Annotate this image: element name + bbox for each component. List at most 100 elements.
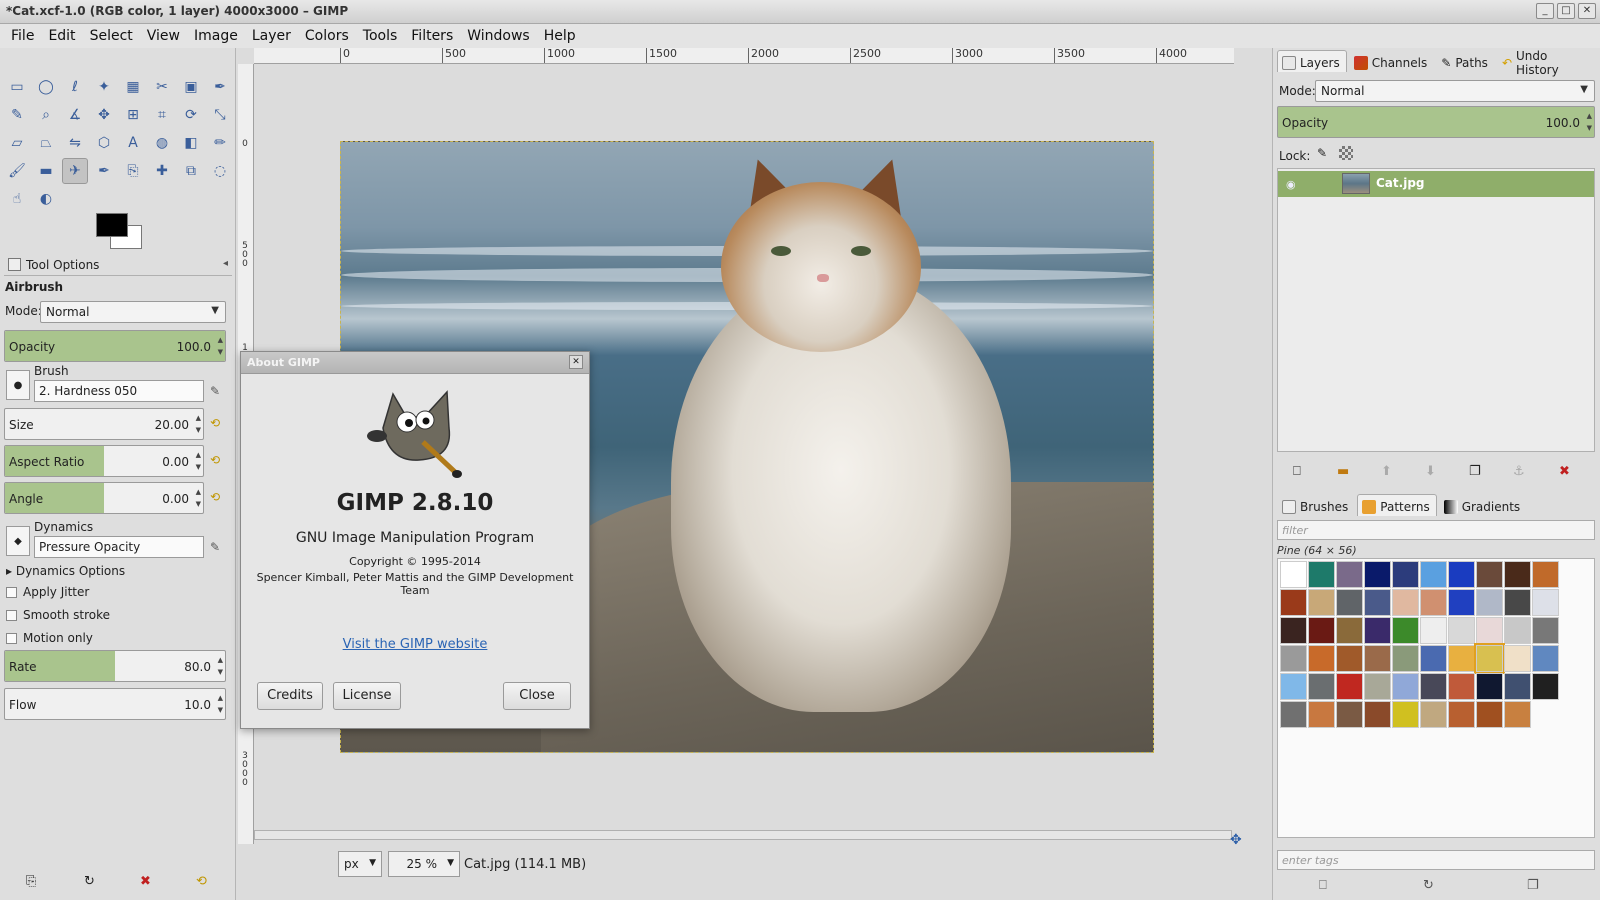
- pattern-swatch[interactable]: [1448, 617, 1475, 644]
- rect-select-icon[interactable]: ▭: [4, 74, 30, 100]
- brush-field[interactable]: 2. Hardness 050: [34, 380, 204, 402]
- pattern-swatch[interactable]: [1420, 701, 1447, 728]
- menu-image[interactable]: Image: [187, 28, 245, 44]
- blend-icon[interactable]: ◧: [178, 130, 204, 156]
- minimize-button[interactable]: _: [1536, 3, 1554, 19]
- pattern-swatch[interactable]: [1392, 673, 1419, 700]
- pattern-menu-icon[interactable]: ❐: [1527, 878, 1539, 893]
- pattern-swatch[interactable]: [1364, 589, 1391, 616]
- pattern-swatch[interactable]: [1420, 589, 1447, 616]
- pattern-swatch[interactable]: [1336, 617, 1363, 644]
- pattern-swatch[interactable]: [1392, 701, 1419, 728]
- pattern-swatch[interactable]: [1504, 701, 1531, 728]
- reset-aspect-icon[interactable]: ⟲: [210, 453, 226, 469]
- pattern-swatch[interactable]: [1336, 645, 1363, 672]
- bucket-fill-icon[interactable]: ◍: [149, 130, 175, 156]
- pattern-swatch[interactable]: [1392, 589, 1419, 616]
- pattern-swatch[interactable]: [1364, 645, 1391, 672]
- zoom-icon[interactable]: ⌕: [33, 102, 59, 128]
- pattern-swatch[interactable]: [1448, 701, 1475, 728]
- ink-icon[interactable]: ✒: [91, 158, 117, 184]
- dynamics-preview[interactable]: ◆: [6, 526, 30, 556]
- pattern-swatch[interactable]: [1308, 589, 1335, 616]
- menu-view[interactable]: View: [140, 28, 187, 44]
- navigate-icon[interactable]: ✥: [1230, 832, 1242, 848]
- pattern-filter-input[interactable]: filter: [1277, 520, 1595, 540]
- size-slider[interactable]: Size 20.00 ▲ ▼: [4, 408, 204, 440]
- close-icon[interactable]: ✕: [569, 355, 583, 369]
- tool-options-tab[interactable]: Tool Options ◂: [4, 254, 232, 276]
- pattern-swatch[interactable]: [1364, 561, 1391, 588]
- paint-mode-select[interactable]: Normal ▼: [40, 301, 226, 323]
- motion-only-checkbox[interactable]: Motion only: [6, 631, 93, 645]
- pattern-swatch[interactable]: [1532, 617, 1559, 644]
- pattern-swatch[interactable]: [1504, 561, 1531, 588]
- anchor-layer-icon[interactable]: ⚓: [1513, 464, 1525, 479]
- tab-menu-icon[interactable]: ◂: [223, 258, 228, 269]
- restore-options-icon[interactable]: ↻: [84, 874, 95, 889]
- tab-undo-history[interactable]: ↶ Undo History: [1497, 49, 1600, 77]
- color-select-icon[interactable]: ▦: [120, 74, 146, 100]
- pattern-swatch[interactable]: [1476, 701, 1503, 728]
- spin-icon[interactable]: ▲ ▼: [196, 412, 201, 436]
- menu-filters[interactable]: Filters: [404, 28, 460, 44]
- tab-gradients[interactable]: Gradients: [1439, 494, 1527, 516]
- edit-brush-icon[interactable]: ✎: [210, 384, 220, 398]
- pattern-swatch[interactable]: [1364, 701, 1391, 728]
- layer-opacity-slider[interactable]: Opacity 100.0 ▲ ▼: [1277, 106, 1595, 138]
- new-layer-group-icon[interactable]: ▬: [1337, 464, 1349, 479]
- reset-options-icon[interactable]: ⟲: [196, 874, 207, 889]
- pattern-swatch[interactable]: [1420, 561, 1447, 588]
- website-link[interactable]: Visit the GIMP website: [241, 637, 589, 652]
- menu-colors[interactable]: Colors: [298, 28, 356, 44]
- duplicate-layer-icon[interactable]: ❐: [1469, 464, 1481, 479]
- airbrush-icon[interactable]: ✈: [62, 158, 88, 184]
- menu-layer[interactable]: Layer: [245, 28, 298, 44]
- angle-slider[interactable]: Angle 0.00 ▲ ▼: [4, 482, 204, 514]
- lock-alpha-icon[interactable]: [1339, 146, 1353, 160]
- eraser-icon[interactable]: ▬: [33, 158, 59, 184]
- spin-icon[interactable]: ▲ ▼: [1587, 110, 1592, 134]
- delete-layer-icon[interactable]: ✖: [1559, 464, 1570, 479]
- unit-select[interactable]: px ▼: [338, 851, 382, 877]
- perspective-icon[interactable]: ⏢: [33, 130, 59, 156]
- cage-icon[interactable]: ⬡: [91, 130, 117, 156]
- foreground-select-icon[interactable]: ▣: [178, 74, 204, 100]
- pattern-swatch[interactable]: [1420, 673, 1447, 700]
- pattern-swatch[interactable]: [1476, 589, 1503, 616]
- text-icon[interactable]: A: [120, 130, 146, 156]
- free-select-icon[interactable]: ℓ: [62, 74, 88, 100]
- pattern-swatch[interactable]: [1504, 645, 1531, 672]
- visibility-eye-icon[interactable]: ◉: [1286, 178, 1298, 191]
- close-window-button[interactable]: ✕: [1578, 3, 1596, 19]
- scissors-icon[interactable]: ✂: [149, 74, 175, 100]
- dodge-burn-icon[interactable]: ◐: [33, 186, 59, 212]
- foreground-color-swatch[interactable]: [96, 213, 128, 237]
- pattern-swatch[interactable]: [1364, 673, 1391, 700]
- scale-icon[interactable]: ⤡: [207, 102, 233, 128]
- pattern-swatch[interactable]: [1476, 673, 1503, 700]
- menu-windows[interactable]: Windows: [460, 28, 537, 44]
- pattern-swatch[interactable]: [1532, 645, 1559, 672]
- dynamics-options-expander[interactable]: ▸ Dynamics Options: [6, 564, 125, 578]
- lock-pixels-icon[interactable]: ✎: [1317, 146, 1327, 160]
- pattern-swatch[interactable]: [1308, 561, 1335, 588]
- pattern-swatch[interactable]: [1532, 589, 1559, 616]
- new-layer-icon[interactable]: ⎕: [1293, 464, 1301, 479]
- pattern-swatch[interactable]: [1392, 645, 1419, 672]
- tab-layers[interactable]: Layers: [1277, 50, 1347, 72]
- crop-icon[interactable]: ⌗: [149, 102, 175, 128]
- pattern-swatch[interactable]: [1280, 701, 1307, 728]
- pattern-swatch[interactable]: [1336, 561, 1363, 588]
- tab-channels[interactable]: Channels: [1349, 50, 1435, 72]
- pattern-swatch[interactable]: [1280, 561, 1307, 588]
- rotate-icon[interactable]: ⟳: [178, 102, 204, 128]
- measure-icon[interactable]: ∡: [62, 102, 88, 128]
- close-button[interactable]: Close: [503, 682, 571, 710]
- pattern-swatch[interactable]: [1280, 673, 1307, 700]
- maximize-button[interactable]: □: [1557, 3, 1575, 19]
- layer-row[interactable]: ◉ Cat.jpg: [1278, 171, 1594, 197]
- edit-dynamics-icon[interactable]: ✎: [210, 540, 220, 554]
- pattern-swatch[interactable]: [1364, 617, 1391, 644]
- opacity-slider[interactable]: Opacity 100.0 ▲ ▼: [4, 330, 226, 362]
